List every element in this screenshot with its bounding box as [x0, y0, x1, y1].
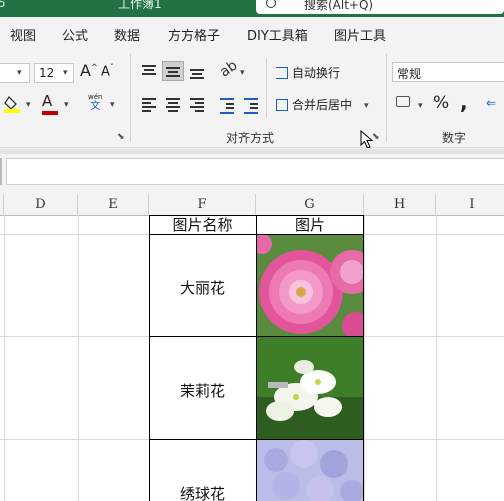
chevron-down-icon[interactable]: ▾	[26, 100, 31, 110]
column-header-i[interactable]: I	[436, 194, 504, 216]
font-grow-icon[interactable]: A^	[80, 61, 98, 80]
font-shrink-icon[interactable]: Aˇ	[101, 63, 114, 79]
header-cell-picture[interactable]: 图片	[256, 216, 364, 234]
number-format-value: 常规	[397, 67, 422, 81]
chevron-down-icon[interactable]: ▾	[64, 100, 69, 110]
chevron-down-icon: ▾	[63, 68, 68, 78]
merge-center-label: 合并后居中	[292, 98, 353, 112]
chevron-down-icon[interactable]: ▾	[364, 101, 369, 111]
fill-bucket-icon	[4, 95, 20, 113]
tab-view[interactable]: 视图	[10, 25, 36, 44]
jasmine-image[interactable]	[256, 337, 363, 439]
percent-button[interactable]: %	[433, 93, 449, 113]
column-header-bar: D E F G H I	[0, 194, 504, 216]
table-border	[363, 215, 364, 501]
group-separator	[386, 54, 387, 142]
tab-picture-tools[interactable]: 图片工具	[334, 25, 386, 44]
header-cell-picture-name[interactable]: 图片名称	[149, 216, 256, 234]
gridline	[4, 216, 5, 501]
font-color-letter: A	[42, 92, 53, 110]
accounting-icon	[396, 96, 410, 107]
font-color-swatch	[42, 111, 58, 115]
merge-center-button[interactable]: 合并后居中	[276, 96, 352, 113]
column-header-e[interactable]: E	[78, 194, 149, 216]
table-border	[149, 215, 150, 501]
formula-bar-handle	[0, 158, 2, 185]
table-border	[256, 215, 257, 501]
hydrangea-image[interactable]	[256, 440, 363, 501]
flower-name-cell[interactable]: 绣球花	[149, 483, 256, 501]
wrap-text-label: 自动换行	[292, 66, 341, 80]
phonetic-guide-button[interactable]: wén 文	[88, 92, 102, 112]
wrap-text-button[interactable]: 自动换行	[276, 64, 340, 81]
font-size-value: 12	[39, 66, 55, 80]
title-bar: 5 工作簿1 搜索(Alt+Q)	[0, 0, 504, 17]
font-color-button[interactable]: A	[42, 92, 58, 115]
column-header-h[interactable]: H	[364, 194, 436, 216]
search-icon	[266, 0, 276, 8]
flower-name-cell[interactable]: 大丽花	[149, 277, 256, 298]
orientation-icon[interactable]: ab	[217, 57, 240, 80]
ribbon: ▾ 12 ▾ A^ Aˇ ▾ A ▾ wén 文 ▾ ⬊ ab ▾ 自动换行 合…	[0, 48, 504, 149]
font-dialog-launcher-icon[interactable]: ⬊	[117, 132, 125, 142]
window-title: 工作簿1	[118, 0, 162, 11]
worksheet-grid[interactable]: D E F G H I 图片名称 图片 大丽花 茉莉花 绣球花	[0, 194, 504, 501]
increase-decimal-icon[interactable]: ⇐	[486, 96, 496, 110]
jasmine-flower-picture	[256, 337, 363, 439]
column-header-d[interactable]: D	[4, 194, 78, 216]
title-bar-left-mark: 5	[0, 0, 6, 10]
chevron-down-icon[interactable]: ▾	[110, 100, 115, 110]
chevron-down-icon[interactable]: ▾	[240, 68, 245, 78]
font-name-combo[interactable]: ▾	[0, 63, 30, 83]
dahlia-image[interactable]	[256, 234, 363, 336]
fill-color-button[interactable]	[4, 94, 26, 117]
search-placeholder: 搜索(Alt+Q)	[304, 0, 374, 12]
comma-style-button[interactable]: ,	[460, 90, 468, 114]
font-size-combo[interactable]: 12 ▾	[34, 63, 74, 83]
formula-input[interactable]	[6, 158, 504, 185]
dahlia-flower-picture	[256, 234, 363, 336]
accounting-format-button[interactable]	[396, 96, 410, 111]
tab-formulas[interactable]: 公式	[62, 25, 88, 44]
gridline	[78, 216, 79, 501]
wrap-text-icon	[276, 67, 288, 79]
gridline	[364, 216, 365, 501]
tab-data[interactable]: 数据	[114, 25, 140, 44]
hydrangea-flower-picture	[256, 440, 363, 501]
search-box[interactable]: 搜索(Alt+Q)	[256, 0, 504, 14]
formula-bar	[0, 148, 504, 194]
column-header-g[interactable]: G	[256, 194, 364, 216]
chevron-down-icon: ▾	[17, 68, 22, 78]
number-group-label: 数字	[442, 131, 467, 145]
group-separator	[130, 54, 131, 142]
ribbon-tab-bar: 视图 公式 数据 方方格子 DIY工具箱 图片工具	[0, 17, 504, 48]
column-header-f[interactable]: F	[149, 194, 256, 216]
group-separator	[266, 58, 267, 118]
tab-ffcell[interactable]: 方方格子	[168, 25, 220, 44]
chevron-down-icon[interactable]: ▾	[418, 101, 423, 111]
alignment-group-label: 对齐方式	[226, 131, 275, 145]
formula-bar-divider	[0, 149, 504, 154]
flower-name-cell[interactable]: 茉莉花	[149, 380, 256, 401]
phonetic-char: 文	[90, 101, 101, 112]
align-middle-icon[interactable]	[162, 61, 184, 81]
number-format-combo[interactable]: 常规	[392, 62, 504, 82]
mouse-cursor-icon	[360, 130, 374, 149]
merge-center-icon	[276, 99, 288, 111]
tab-diy-toolbox[interactable]: DIY工具箱	[247, 25, 308, 44]
gridline	[436, 216, 437, 501]
